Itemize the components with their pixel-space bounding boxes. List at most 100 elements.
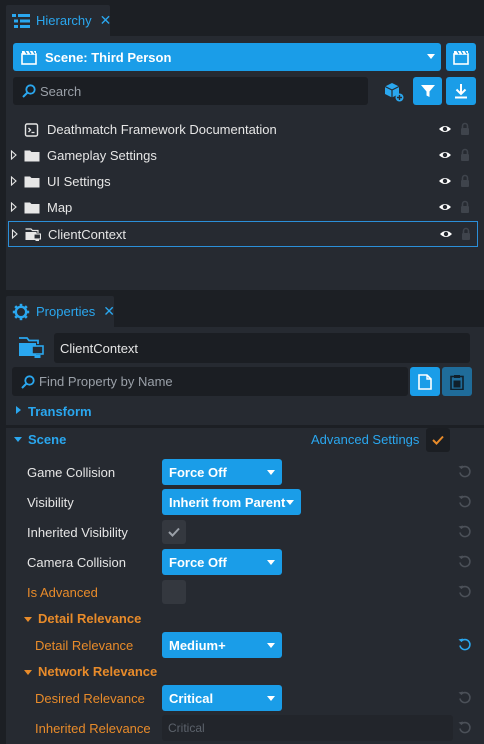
lock-icon[interactable] (460, 148, 470, 162)
game-collision-dropdown[interactable]: Force Off (162, 459, 282, 485)
expand-arrow-icon[interactable] (10, 176, 18, 186)
desired-relevance-dropdown[interactable]: Critical (162, 685, 282, 711)
hierarchy-item-label: Gameplay Settings (47, 148, 157, 163)
search-icon (21, 374, 35, 389)
reset-icon[interactable] (458, 721, 472, 735)
detail-relevance-value: Medium+ (169, 637, 226, 653)
transform-section-title[interactable]: Transform (28, 404, 92, 419)
clipboard-icon (450, 374, 464, 390)
hierarchy-item-label: Deathmatch Framework Documentation (47, 122, 277, 137)
eye-icon[interactable] (438, 202, 452, 212)
chevron-down-icon[interactable] (24, 670, 32, 675)
eye-icon[interactable] (439, 229, 453, 239)
camera-collision-value: Force Off (169, 554, 227, 570)
hierarchy-item-map[interactable]: Map (8, 195, 478, 221)
hierarchy-item-label: UI Settings (47, 174, 111, 189)
lock-icon[interactable] (461, 227, 471, 241)
hierarchy-item-client-context[interactable]: ClientContext (8, 221, 478, 247)
reset-icon[interactable] (458, 555, 472, 569)
chevron-down-icon[interactable] (14, 437, 22, 442)
tab-hierarchy[interactable]: Hierarchy ✕ (6, 5, 112, 36)
properties-tabbar: Properties ✕ (0, 291, 484, 327)
scene-selector-dropdown[interactable]: Scene: Third Person (13, 43, 441, 71)
network-relevance-section-title[interactable]: Network Relevance (38, 664, 157, 679)
client-context-icon (25, 228, 41, 242)
camera-collision-dropdown[interactable]: Force Off (162, 549, 282, 575)
close-icon[interactable]: ✕ (103, 303, 115, 320)
find-property-placeholder: Find Property by Name (39, 374, 173, 389)
hierarchy-panel: Scene: Third Person Search Deathmatch Fr… (6, 36, 484, 290)
visibility-value: Inherit from Parent (169, 494, 286, 510)
hierarchy-tabbar: Hierarchy ✕ (0, 0, 484, 36)
reset-icon[interactable] (458, 638, 472, 652)
expand-arrow-icon[interactable] (10, 202, 18, 212)
game-collision-label: Game Collision (27, 465, 116, 480)
is-advanced-label: Is Advanced (27, 585, 98, 600)
hierarchy-item-deathmatch-docs[interactable]: Deathmatch Framework Documentation (8, 117, 478, 143)
eye-icon[interactable] (438, 124, 452, 134)
inherited-visibility-checkbox (162, 520, 186, 544)
advanced-settings-checkbox[interactable] (426, 428, 450, 452)
copy-icon (418, 373, 432, 390)
chevron-right-icon[interactable] (16, 406, 21, 414)
lock-icon[interactable] (460, 200, 470, 214)
chevron-down-icon (267, 643, 275, 648)
reset-icon[interactable] (458, 525, 472, 539)
filter-button[interactable] (413, 77, 442, 105)
detail-relevance-label: Detail Relevance (35, 638, 134, 653)
desired-relevance-value: Critical (169, 690, 214, 706)
expand-arrow-icon[interactable] (10, 150, 18, 160)
inherited-relevance-label: Inherited Relevance (35, 721, 151, 736)
add-object-icon[interactable] (383, 81, 405, 103)
scene-clapper-icon (453, 49, 469, 65)
is-advanced-checkbox[interactable] (162, 580, 186, 604)
eye-icon[interactable] (438, 150, 452, 160)
folder-icon (24, 201, 40, 214)
detail-relevance-dropdown[interactable]: Medium+ (162, 632, 282, 658)
check-icon (432, 435, 444, 445)
search-placeholder: Search (40, 83, 82, 99)
collapse-all-button[interactable] (446, 77, 476, 105)
tab-hierarchy-label: Hierarchy (36, 13, 92, 28)
check-icon (168, 527, 180, 537)
eye-icon[interactable] (438, 176, 452, 186)
filter-icon (420, 83, 436, 99)
camera-collision-label: Camera Collision (27, 555, 126, 570)
object-name-field[interactable]: ClientContext (54, 333, 470, 363)
scene-settings-button[interactable] (446, 43, 476, 71)
reset-icon[interactable] (458, 495, 472, 509)
find-property-input[interactable]: Find Property by Name (12, 367, 408, 396)
scene-section-title[interactable]: Scene (28, 432, 66, 447)
chevron-down-icon[interactable] (24, 617, 32, 622)
close-icon[interactable]: ✕ (100, 12, 112, 29)
lock-icon[interactable] (460, 174, 470, 188)
properties-panel: ClientContext Find Property by Name Tran… (6, 327, 484, 744)
detail-relevance-section-title[interactable]: Detail Relevance (38, 611, 141, 626)
visibility-dropdown[interactable]: Inherit from Parent (162, 489, 301, 515)
script-icon (24, 123, 40, 137)
hierarchy-search-input[interactable]: Search (13, 77, 368, 105)
hierarchy-item-label: Map (47, 200, 73, 215)
scene-clapper-icon (21, 49, 37, 65)
inherited-relevance-value: Critical (168, 721, 205, 735)
reset-icon[interactable] (458, 691, 472, 705)
tab-properties[interactable]: Properties ✕ (6, 296, 115, 327)
reset-icon[interactable] (458, 465, 472, 479)
paste-properties-button[interactable] (442, 367, 472, 396)
client-context-icon (18, 336, 44, 360)
reset-icon[interactable] (458, 585, 472, 599)
arrow-down-to-line-icon (453, 83, 469, 99)
chevron-down-icon (267, 470, 275, 475)
object-name-value: ClientContext (60, 340, 139, 356)
folder-icon (24, 175, 40, 188)
desired-relevance-label: Desired Relevance (35, 691, 145, 706)
tab-properties-label: Properties (36, 304, 96, 319)
copy-properties-button[interactable] (410, 367, 440, 396)
lock-icon[interactable] (460, 122, 470, 136)
hierarchy-item-ui-settings[interactable]: UI Settings (8, 169, 478, 195)
inherited-visibility-label: Inherited Visibility (27, 525, 128, 540)
scene-selector-label: Scene: Third Person (45, 49, 172, 65)
expand-arrow-icon[interactable] (11, 229, 19, 239)
visibility-label: Visibility (27, 495, 74, 510)
hierarchy-item-gameplay-settings[interactable]: Gameplay Settings (8, 143, 478, 169)
